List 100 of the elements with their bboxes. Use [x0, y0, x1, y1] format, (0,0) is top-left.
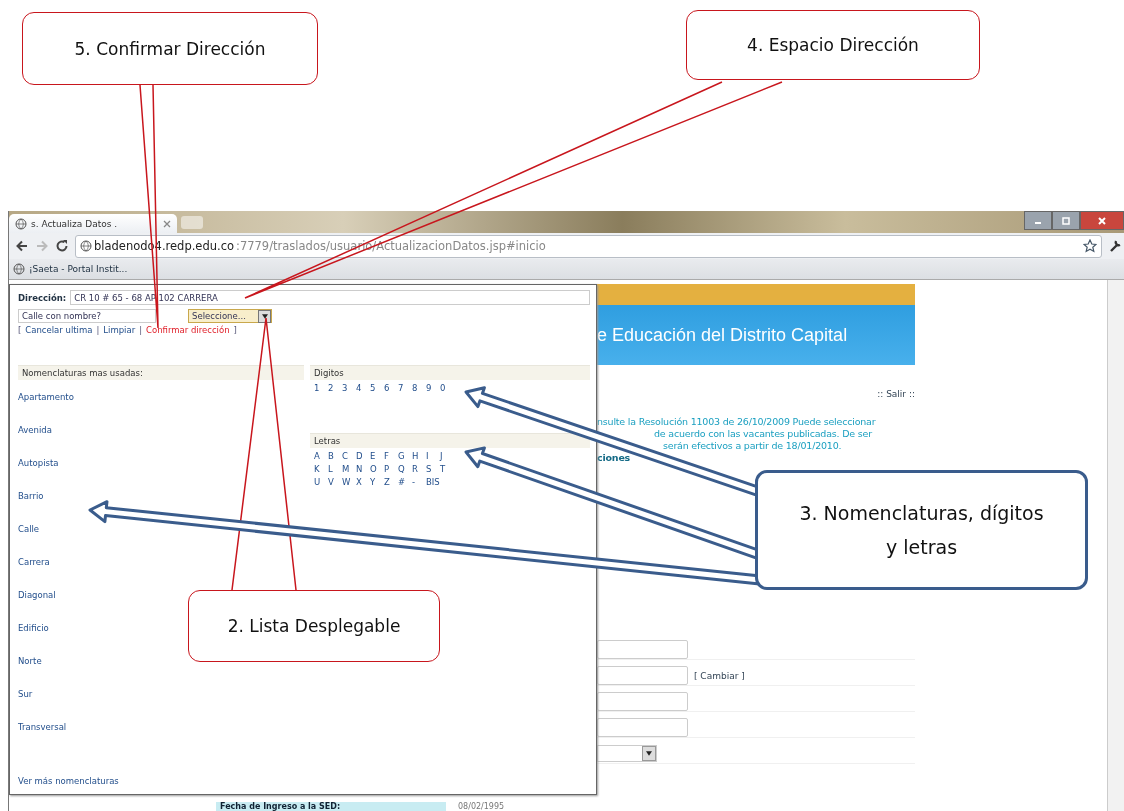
section-header: Digitos [310, 365, 590, 380]
letter-key[interactable]: L [328, 464, 342, 474]
address-field[interactable]: CR 10 # 65 - 68 AP 102 CARRERA [70, 290, 590, 305]
more-link[interactable]: Ver más nomenclaturas [18, 776, 119, 786]
new-tab-button[interactable] [181, 215, 203, 229]
letter-key[interactable]: M [342, 464, 356, 474]
digit-key[interactable]: 2 [328, 383, 342, 393]
notice-text: ciones [597, 452, 631, 463]
letter-key[interactable]: A [314, 451, 328, 461]
reload-icon[interactable] [55, 239, 69, 253]
letter-key[interactable]: X [356, 477, 370, 487]
digit-key[interactable]: 7 [398, 383, 412, 393]
banner-title: e Educación del Distrito Capital [597, 324, 848, 346]
globe-icon [13, 263, 25, 275]
separator-text: | [96, 325, 100, 335]
type-dropdown[interactable]: Seleccione... [188, 309, 272, 323]
letter-key[interactable]: W [342, 477, 356, 487]
close-icon[interactable] [163, 219, 171, 228]
browser-tab[interactable]: s. Actualiza Datos . [9, 214, 177, 233]
nomenclature-link[interactable]: Barrio [18, 490, 44, 501]
letter-key[interactable]: H [412, 451, 426, 461]
nomenclature-link[interactable]: Autopista [18, 457, 59, 468]
letter-key[interactable]: # [398, 477, 412, 487]
nomenclature-link[interactable]: Diagonal [18, 589, 56, 600]
letter-key[interactable]: F [384, 451, 398, 461]
caret-icon [261, 313, 268, 319]
letter-key[interactable]: BIS [426, 477, 440, 487]
notice-text: serán efectivos a partir de 18/01/2010. [663, 440, 842, 451]
letter-key[interactable]: - [412, 477, 426, 487]
nomenclature-link[interactable]: Transversal [18, 721, 67, 732]
letter-key[interactable]: P [384, 464, 398, 474]
digit-key[interactable]: 8 [412, 383, 426, 393]
letter-key[interactable]: K [314, 464, 328, 474]
letter-key[interactable]: E [370, 451, 384, 461]
nomenclature-link[interactable]: Norte [18, 655, 42, 666]
nomenclature-link[interactable]: Apartamento [18, 391, 74, 402]
nomenclature-link[interactable]: Calle [18, 523, 40, 534]
letter-key[interactable]: V [328, 477, 342, 487]
letter-key[interactable]: J [440, 451, 454, 461]
letter-key[interactable]: N [356, 464, 370, 474]
scrollbar[interactable] [1107, 280, 1124, 811]
street-name-field[interactable]: Calle con nombre? [18, 309, 156, 323]
globe-icon [15, 217, 27, 230]
letter-key[interactable]: G [398, 451, 412, 461]
tab-title: s. Actualiza Datos . [31, 218, 119, 229]
address-label: Dirección: [18, 292, 67, 303]
text-field[interactable] [597, 666, 688, 685]
wrench-icon[interactable] [1108, 239, 1122, 253]
action-link[interactable]: Limpiar [103, 325, 136, 335]
letter-key[interactable]: I [426, 451, 440, 461]
letter-key[interactable]: O [370, 464, 384, 474]
letter-key[interactable]: B [328, 451, 342, 461]
maximize-icon [1061, 215, 1071, 226]
minimize-button[interactable] [1024, 211, 1052, 230]
letter-key[interactable]: Q [398, 464, 412, 474]
minimize-icon [1035, 222, 1041, 224]
digit-key[interactable]: 5 [370, 383, 384, 393]
caret-icon [646, 751, 652, 756]
field-label: Fecha de Ingreso a la SED: [216, 802, 446, 811]
forward-icon[interactable] [35, 239, 49, 253]
digit-key[interactable]: 9 [426, 383, 440, 393]
separator-text: | [139, 325, 143, 335]
confirm-link[interactable]: Confirmar dirección [146, 325, 230, 335]
dropdown[interactable] [597, 745, 657, 762]
digit-key[interactable]: 4 [356, 383, 370, 393]
letter-key[interactable]: U [314, 477, 328, 487]
nomenclature-link[interactable]: Sur [18, 688, 33, 699]
bookmark-item[interactable]: ¡Saeta - Portal Instit... [13, 263, 128, 275]
exit-link[interactable]: :: Salir :: [877, 389, 915, 399]
close-button[interactable] [1080, 211, 1124, 230]
text-field[interactable] [597, 640, 688, 659]
letter-key[interactable]: Y [370, 477, 384, 487]
section-header: Letras [310, 433, 590, 448]
letter-key[interactable]: Z [384, 477, 398, 487]
section-header: Nomenclaturas mas usadas: [18, 365, 304, 380]
digit-key[interactable]: 6 [384, 383, 398, 393]
digit-key[interactable]: 3 [342, 383, 356, 393]
digit-key[interactable]: 0 [440, 383, 454, 393]
callout: 5. Confirmar Dirección [22, 12, 318, 85]
letter-key[interactable]: C [342, 451, 356, 461]
callout: 4. Espacio Dirección [686, 10, 980, 80]
nomenclature-link[interactable]: Avenida [18, 424, 52, 435]
action-link[interactable]: Cancelar ultima [25, 325, 93, 335]
callout: 2. Lista Desplegable [188, 590, 440, 662]
digit-key[interactable]: 1 [314, 383, 328, 393]
back-icon[interactable] [15, 239, 29, 253]
text-field[interactable] [597, 692, 688, 711]
letter-key[interactable]: D [356, 451, 370, 461]
text-field[interactable] [597, 718, 688, 737]
change-link[interactable]: [ Cambiar ] [694, 670, 745, 681]
notice-text: nsulte la Resolución 11003 de 26/10/2009 Puede seleccionar [597, 416, 876, 427]
maximize-button[interactable] [1052, 211, 1080, 230]
letter-key[interactable]: R [412, 464, 426, 474]
letter-key[interactable]: T [440, 464, 454, 474]
letter-key[interactable]: S [426, 464, 440, 474]
callout: 3. Nomenclaturas, dígitos y letras [755, 470, 1088, 590]
nomenclature-link[interactable]: Carrera [18, 556, 50, 567]
nomenclature-link[interactable]: Edificio [18, 622, 49, 633]
separator-text: [ [18, 325, 22, 335]
close-icon [1097, 215, 1107, 226]
